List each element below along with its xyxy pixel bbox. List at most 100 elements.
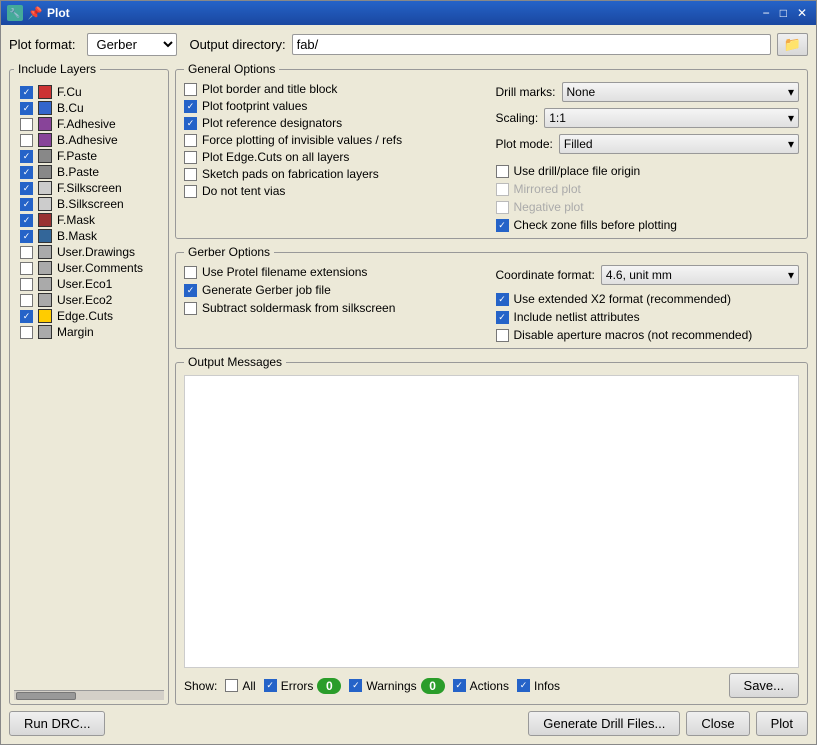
sketch-pads-checkbox[interactable] <box>184 168 197 181</box>
check-zone-fills-checkbox[interactable]: ✓ <box>496 219 509 232</box>
plot-edge-option[interactable]: Plot Edge.Cuts on all layers <box>184 150 488 164</box>
infos-filter[interactable]: ✓ Infos <box>517 679 560 693</box>
force-invisible-checkbox[interactable] <box>184 134 197 147</box>
layer-item[interactable]: Margin <box>18 324 160 340</box>
layer-checkbox[interactable] <box>20 166 33 179</box>
browse-folder-button[interactable]: 📁 <box>777 33 808 56</box>
errors-filter[interactable]: ✓ Errors 0 <box>264 678 342 694</box>
use-extended-x2-option[interactable]: ✓ Use extended X2 format (recommended) <box>496 292 800 306</box>
plot-edge-checkbox[interactable] <box>184 151 197 164</box>
layer-item[interactable]: B.Adhesive <box>18 132 160 148</box>
layer-item[interactable]: B.Cu <box>18 100 160 116</box>
layer-item[interactable]: Edge.Cuts <box>18 308 160 324</box>
disable-aperture-checkbox[interactable] <box>496 329 509 342</box>
disable-aperture-option[interactable]: Disable aperture macros (not recommended… <box>496 328 800 342</box>
minimize-button[interactable]: − <box>760 7 773 19</box>
plot-border-label: Plot border and title block <box>202 82 337 96</box>
do-not-tent-checkbox[interactable] <box>184 185 197 198</box>
generate-drill-button[interactable]: Generate Drill Files... <box>528 711 680 736</box>
include-netlist-checkbox[interactable]: ✓ <box>496 311 509 324</box>
actions-filter[interactable]: ✓ Actions <box>453 679 509 693</box>
layer-checkbox[interactable] <box>20 214 33 227</box>
restore-button[interactable]: □ <box>777 7 790 19</box>
close-button-main[interactable]: Close <box>686 711 749 736</box>
plot-border-checkbox[interactable] <box>184 83 197 96</box>
layers-scrollbar[interactable] <box>14 690 164 700</box>
use-drill-origin-option[interactable]: Use drill/place file origin <box>496 164 800 178</box>
layer-item[interactable]: B.Silkscreen <box>18 196 160 212</box>
format-select[interactable]: Gerber PostScript SVG DXF HPGL PDF <box>88 34 176 55</box>
all-checkbox[interactable] <box>225 679 238 692</box>
layer-checkbox[interactable] <box>20 246 33 259</box>
infos-checkbox[interactable]: ✓ <box>517 679 530 692</box>
plot-ref-checkbox[interactable]: ✓ <box>184 117 197 130</box>
include-netlist-option[interactable]: ✓ Include netlist attributes <box>496 310 800 324</box>
plot-footprint-option[interactable]: ✓ Plot footprint values <box>184 99 488 113</box>
plot-button[interactable]: Plot <box>756 711 808 736</box>
layer-item[interactable]: User.Comments <box>18 260 160 276</box>
layer-checkbox[interactable] <box>20 294 33 307</box>
check-zone-fills-option[interactable]: ✓ Check zone fills before plotting <box>496 218 800 232</box>
layer-item[interactable]: F.Mask <box>18 212 160 228</box>
do-not-tent-option[interactable]: Do not tent vias <box>184 184 488 198</box>
plot-mode-select[interactable]: Filled ▾ <box>559 134 799 154</box>
layer-checkbox[interactable] <box>20 118 33 131</box>
general-options-panel: General Options Plot border and title bl… <box>175 62 808 239</box>
layer-checkbox[interactable] <box>20 326 33 339</box>
warnings-filter[interactable]: ✓ Warnings 0 <box>349 678 444 694</box>
layer-item[interactable]: F.Paste <box>18 148 160 164</box>
show-label: Show: <box>184 679 217 693</box>
drill-marks-select[interactable]: None ▾ <box>562 82 800 102</box>
layer-item[interactable]: F.Adhesive <box>18 116 160 132</box>
btn-right-group: Generate Drill Files... Close Plot <box>528 711 808 736</box>
layer-checkbox[interactable] <box>20 310 33 323</box>
force-invisible-option[interactable]: Force plotting of invisible values / ref… <box>184 133 488 147</box>
layer-checkbox[interactable] <box>20 102 33 115</box>
actions-checkbox[interactable]: ✓ <box>453 679 466 692</box>
errors-checkbox[interactable]: ✓ <box>264 679 277 692</box>
layer-name-label: B.Paste <box>57 165 99 179</box>
subtract-soldermask-checkbox[interactable] <box>184 302 197 315</box>
plot-footprint-checkbox[interactable]: ✓ <box>184 100 197 113</box>
negative-plot-checkbox[interactable] <box>496 201 509 214</box>
all-filter[interactable]: All <box>225 679 255 693</box>
mirrored-plot-checkbox[interactable] <box>496 183 509 196</box>
warnings-checkbox[interactable]: ✓ <box>349 679 362 692</box>
layer-item[interactable]: F.Silkscreen <box>18 180 160 196</box>
generate-job-label: Generate Gerber job file <box>202 283 331 297</box>
layer-checkbox[interactable] <box>20 198 33 211</box>
layer-checkbox[interactable] <box>20 86 33 99</box>
layer-item[interactable]: User.Drawings <box>18 244 160 260</box>
top-bar: Plot format: Gerber PostScript SVG DXF H… <box>9 33 808 56</box>
layer-checkbox[interactable] <box>20 182 33 195</box>
generate-job-option[interactable]: ✓ Generate Gerber job file <box>184 283 488 297</box>
generate-job-checkbox[interactable]: ✓ <box>184 284 197 297</box>
layer-item[interactable]: F.Cu <box>18 84 160 100</box>
use-drill-origin-checkbox[interactable] <box>496 165 509 178</box>
layer-item[interactable]: B.Mask <box>18 228 160 244</box>
plot-border-option[interactable]: Plot border and title block <box>184 82 488 96</box>
layer-item[interactable]: User.Eco2 <box>18 292 160 308</box>
layer-checkbox[interactable] <box>20 150 33 163</box>
sketch-pads-option[interactable]: Sketch pads on fabrication layers <box>184 167 488 181</box>
subtract-soldermask-option[interactable]: Subtract soldermask from silkscreen <box>184 301 488 315</box>
output-dir-input[interactable] <box>292 34 771 55</box>
layer-item[interactable]: B.Paste <box>18 164 160 180</box>
layer-checkbox[interactable] <box>20 134 33 147</box>
layer-item[interactable]: User.Eco1 <box>18 276 160 292</box>
use-protel-option[interactable]: Use Protel filename extensions <box>184 265 488 279</box>
main-content: Plot format: Gerber PostScript SVG DXF H… <box>1 25 816 744</box>
scrollbar-thumb[interactable] <box>16 692 76 700</box>
use-protel-checkbox[interactable] <box>184 266 197 279</box>
run-drc-button[interactable]: Run DRC... <box>9 711 105 736</box>
layer-checkbox[interactable] <box>20 262 33 275</box>
layer-checkbox[interactable] <box>20 278 33 291</box>
plot-ref-option[interactable]: ✓ Plot reference designators <box>184 116 488 130</box>
coord-format-select[interactable]: 4.6, unit mm ▾ <box>601 265 799 285</box>
layer-color-swatch <box>38 85 52 99</box>
scaling-select[interactable]: 1:1 ▾ <box>544 108 799 128</box>
close-button[interactable]: ✕ <box>794 7 810 19</box>
layer-checkbox[interactable] <box>20 230 33 243</box>
use-extended-x2-checkbox[interactable]: ✓ <box>496 293 509 306</box>
save-button[interactable]: Save... <box>729 673 799 698</box>
